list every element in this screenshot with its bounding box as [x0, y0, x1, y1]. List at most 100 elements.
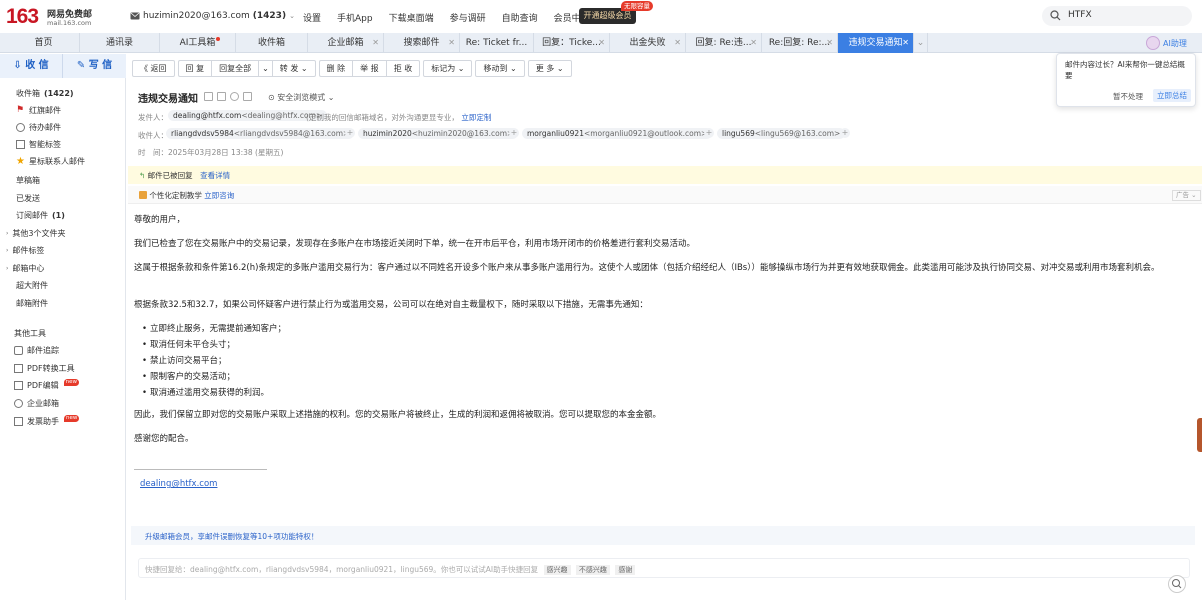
tool-pdf-edit[interactable]: PDF编辑 new: [14, 378, 79, 392]
search-input[interactable]: HTFX: [1042, 6, 1192, 26]
sidebar-group-mail-center[interactable]: › 邮箱中心: [6, 261, 44, 275]
ad-tag[interactable]: 广告 ⌄: [1172, 190, 1201, 201]
forward-button[interactable]: 转 发 ⌄: [271, 60, 316, 77]
mail-subject: 违规交易通知: [138, 94, 198, 105]
mark-as-button[interactable]: 标记为 ⌄: [423, 60, 473, 77]
replied-notice: ↰ 邮件已被回复 查看详情: [128, 166, 1202, 184]
sidebar-item-smart-tags[interactable]: 智能标签: [16, 137, 61, 151]
write-button[interactable]: ✎ 写 信: [63, 54, 126, 78]
clock-icon: [16, 122, 25, 132]
tab-withdraw-failed[interactable]: 出金失败 ✕: [610, 33, 686, 53]
tab-reply-ticket[interactable]: 回复：Ticke... ✕: [534, 33, 610, 53]
quick-tag[interactable]: 不感兴趣: [575, 565, 610, 575]
signature-link[interactable]: dealing@htfx.com: [140, 479, 217, 489]
customize-link[interactable]: 立即定制: [461, 113, 491, 122]
zoom-icon[interactable]: [1168, 575, 1186, 593]
reject-button[interactable]: 拒 收: [385, 60, 421, 77]
dismiss-button[interactable]: 暂不处理: [1113, 91, 1143, 102]
summarize-button[interactable]: 立即总结: [1153, 89, 1191, 102]
sidebar-item-drafts[interactable]: 草稿箱: [16, 173, 40, 187]
close-icon[interactable]: ✕: [598, 33, 605, 53]
tab-inbox[interactable]: 收件箱: [236, 33, 308, 53]
tab-enterprise-mail[interactable]: 企业邮箱 ✕: [308, 33, 384, 53]
reply-button[interactable]: 回 复: [177, 60, 212, 77]
delete-button[interactable]: 删 除: [318, 60, 353, 77]
tab-home[interactable]: 首页: [8, 33, 80, 53]
tab-search-mail[interactable]: 搜索邮件 ✕: [384, 33, 460, 53]
side-panel-handle[interactable]: [1197, 418, 1202, 452]
tool-enterprise-mail[interactable]: 企业邮箱: [14, 396, 59, 410]
add-contact-icon[interactable]: +: [704, 128, 714, 138]
tab-ticket[interactable]: Re: Ticket fr...: [460, 33, 534, 53]
tab-contacts[interactable]: 通讯录: [80, 33, 160, 53]
sender-chip[interactable]: dealing@htfx.com<dealing@htfx.com>: [168, 110, 328, 121]
ai-assistant-button[interactable]: AI助理: [1146, 35, 1187, 51]
safe-browse-mode[interactable]: ⊙ 安全浏览模式 ⌄: [268, 92, 335, 103]
add-contact-icon[interactable]: +: [840, 128, 850, 138]
recipient-chip[interactable]: rliangdvdsv5984<rliangdvdsv5984@163.com>: [166, 128, 355, 139]
tab-violation-notice[interactable]: 违规交易通知 ✕: [838, 33, 914, 53]
tool-invoice-assistant[interactable]: 发票助手 new: [14, 414, 80, 428]
quick-tag[interactable]: 感谢: [615, 565, 636, 575]
clock-icon[interactable]: [230, 92, 239, 101]
quick-tag[interactable]: 感兴趣: [543, 565, 571, 575]
bookmark-icon[interactable]: [204, 92, 213, 101]
sidebar-item-sent[interactable]: 已发送: [16, 191, 40, 205]
back-button[interactable]: 《 返回: [132, 60, 175, 77]
sidebar-item-mail-attachments[interactable]: 邮箱附件: [16, 296, 48, 310]
ad-banner: 个性化定制教学 立即咨询 广告 ⌄: [128, 186, 1202, 204]
more-button[interactable]: 更 多 ⌄: [527, 60, 572, 77]
add-contact-icon[interactable]: +: [345, 128, 355, 138]
new-badge: new: [64, 414, 80, 422]
add-contact-icon[interactable]: +: [509, 128, 519, 138]
close-icon[interactable]: ✕: [674, 33, 681, 53]
tabs-overflow-icon[interactable]: ⌄: [914, 33, 928, 53]
sidebar-item-large-attachments[interactable]: 超大附件: [16, 278, 48, 292]
sidebar-item-flagged[interactable]: ⚑ 红旗邮件: [16, 103, 61, 117]
reply-group: 回 复 回复全部 ⌄ 转 发 ⌄: [177, 60, 316, 77]
nav-download-desktop[interactable]: 下载桌面端: [389, 11, 434, 24]
to-label: 收件人：: [138, 131, 168, 140]
tool-mail-tracking[interactable]: 邮件追踪: [14, 343, 59, 357]
receive-button[interactable]: ⇩ 收 信: [0, 54, 63, 78]
upgrade-banner[interactable]: 升级邮箱会员，享邮件误删恢复等10+项功能特权！: [131, 526, 1195, 545]
sidebar-item-inbox[interactable]: 收件箱 (1422): [16, 86, 74, 100]
logo-163[interactable]: 163: [6, 5, 39, 29]
recipient-chip[interactable]: huzimin2020<huzimin2020@163.com>: [358, 128, 519, 139]
sidebar-item-starred-contacts[interactable]: ★ 星标联系人邮件: [16, 154, 85, 168]
nav-mobile-app[interactable]: 手机App: [337, 11, 373, 24]
report-button[interactable]: 举 报: [352, 60, 386, 77]
mail-app: 163 网易免费邮 mail.163.com huzimin2020@163.c…: [0, 0, 1202, 600]
close-icon[interactable]: ✕: [448, 33, 455, 53]
tab-reply-violation[interactable]: 回复: Re:违... ✕: [686, 33, 762, 53]
mail-icon: [130, 12, 140, 20]
print-icon[interactable]: [243, 92, 252, 101]
tab-ai-toolbox[interactable]: AI工具箱: [160, 33, 236, 53]
view-details-link[interactable]: 查看详情: [200, 171, 230, 180]
nav-survey[interactable]: 参与调研: [450, 11, 486, 24]
sidebar-item-subscriptions[interactable]: 订阅邮件 (1): [16, 208, 65, 222]
move-to-button[interactable]: 移动到 ⌄: [475, 60, 525, 77]
flag-icon[interactable]: [217, 92, 226, 101]
reply-all-button[interactable]: 回复全部: [211, 60, 259, 77]
account-switcher[interactable]: huzimin2020@163.com (1423) ⌄: [130, 11, 295, 21]
close-icon[interactable]: ✕: [750, 33, 757, 53]
sidebar-group-other-folders[interactable]: › 其他3个文件夹: [6, 226, 66, 240]
close-icon[interactable]: ✕: [902, 33, 909, 53]
recipient-chip[interactable]: morganliu0921<morganliu0921@outlook.com>: [522, 128, 713, 139]
nav-self-service[interactable]: 自助查询: [502, 11, 538, 24]
close-icon[interactable]: ✕: [372, 33, 379, 53]
nav-settings[interactable]: 设置: [303, 11, 321, 24]
tab-re-reply[interactable]: Re:回复: Re:... ✕: [762, 33, 838, 53]
paragraph-4: 因此，我们保留立即对您的交易账户采取上述措施的权利。您的交易账户将被终止，生成的…: [134, 410, 662, 420]
new-badge: new: [63, 378, 79, 386]
sidebar-group-tags[interactable]: › 邮件标签: [6, 243, 44, 257]
tool-pdf-convert[interactable]: PDF转换工具: [14, 361, 75, 375]
quick-reply-input[interactable]: 快捷回复给：dealing@htfx.com，rliangdvdsv5984，m…: [138, 558, 1190, 578]
reply-dropdown-icon[interactable]: ⌄: [258, 60, 272, 77]
ai-avatar-icon: [1146, 36, 1160, 50]
close-icon[interactable]: ✕: [826, 33, 833, 53]
recipient-chip[interactable]: lingu569<lingu569@163.com>: [717, 128, 846, 139]
sidebar-item-todo[interactable]: 待办邮件: [16, 120, 61, 134]
consult-link[interactable]: 立即咨询: [204, 191, 234, 200]
